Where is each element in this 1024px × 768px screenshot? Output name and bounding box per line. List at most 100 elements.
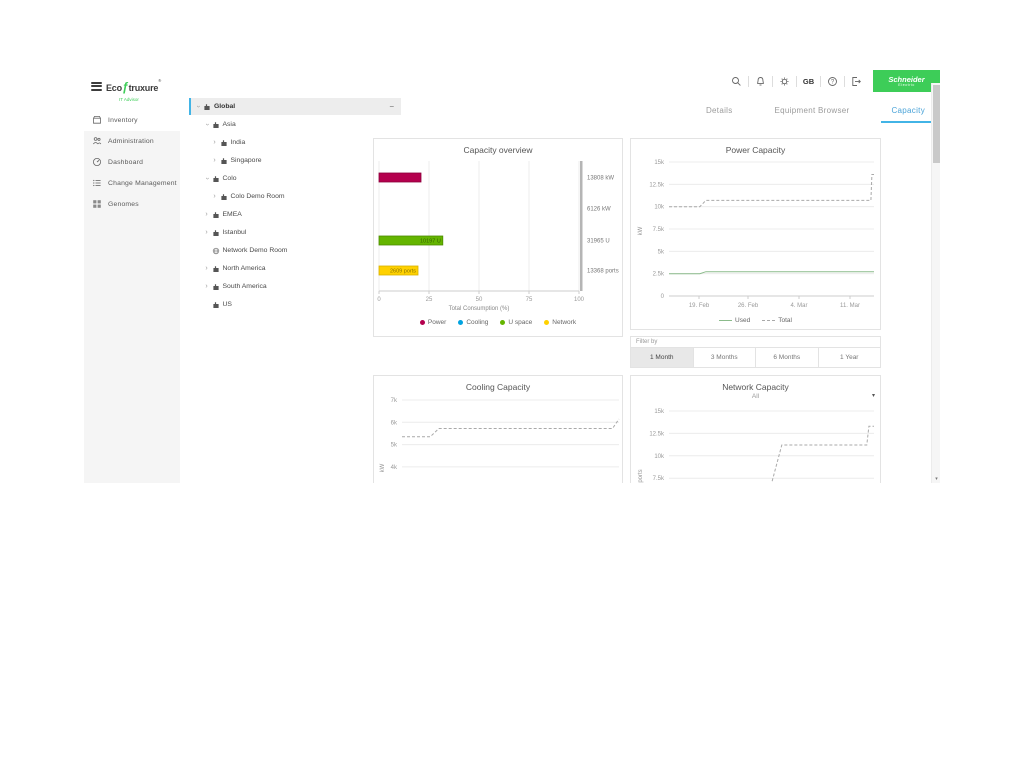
locale-label: GB	[803, 77, 814, 86]
sidebar-item-administration[interactable]: Administration	[84, 131, 180, 152]
tree-item-colo-demo-room[interactable]: ›Colo Demo Room	[192, 188, 397, 205]
tab-details[interactable]: Details	[696, 100, 743, 123]
capacity-overview-card: Capacity overview 025507510013808 kW6126…	[373, 138, 623, 337]
genomes-icon	[92, 196, 102, 214]
tree-item-label: Network Demo Room	[223, 247, 288, 254]
tree-item-south-america[interactable]: ›South America	[192, 278, 397, 295]
locale-selector[interactable]: GB	[797, 70, 820, 92]
search-icon[interactable]	[725, 70, 748, 92]
sidebar-item-genomes[interactable]: Genomes	[84, 194, 180, 215]
tree-item-emea[interactable]: ›EMEA	[192, 206, 397, 223]
vertical-scrollbar[interactable]: ▾	[931, 83, 940, 483]
svg-text:13368 ports: 13368 ports	[587, 269, 619, 275]
filter-button-1-year[interactable]: 1 Year	[818, 348, 881, 367]
tab-equipment-browser[interactable]: Equipment Browser	[765, 100, 860, 123]
chevron-down-icon[interactable]: ›	[195, 103, 202, 111]
chevron-right-icon[interactable]: ›	[211, 193, 219, 200]
brand-logo: Ecoƒtruxure® IT Advisor	[84, 70, 180, 110]
tree-item-label: Colo	[223, 175, 237, 182]
network-scope-dropdown[interactable]: All	[631, 393, 880, 400]
tree-item-label: Singapore	[231, 157, 262, 164]
svg-text:4k: 4k	[391, 465, 398, 471]
filter-button-3-months[interactable]: 3 Months	[693, 348, 756, 367]
svg-text:Total Consumption (%): Total Consumption (%)	[449, 306, 510, 312]
svg-text:2609 ports: 2609 ports	[390, 269, 416, 275]
filter-button-1-month[interactable]: 1 Month	[631, 348, 693, 367]
tree-item-us[interactable]: US	[192, 296, 397, 313]
tree-item-label: Istanbul	[223, 229, 247, 236]
legend-label: U space	[508, 319, 532, 326]
svg-text:10k: 10k	[654, 454, 665, 460]
svg-text:75: 75	[526, 297, 533, 303]
chevron-right-icon[interactable]: ›	[203, 265, 211, 272]
tree-item-label: US	[223, 301, 232, 308]
legend-item-used[interactable]: Used	[719, 317, 750, 324]
tree-item-colo[interactable]: › Colo	[192, 170, 397, 187]
chevron-down-icon[interactable]: ›	[203, 175, 210, 183]
svg-text:6126 kW: 6126 kW	[587, 207, 611, 213]
filter-label: Filter by	[631, 337, 880, 347]
network-capacity-card: Network Capacity All ▾ 7.5k10k12.5k15kpo…	[630, 375, 881, 483]
location-icon	[211, 301, 221, 309]
legend-item-cooling[interactable]: Cooling	[458, 319, 488, 326]
legend-item-power[interactable]: Power	[420, 319, 446, 326]
svg-text:12.5k: 12.5k	[649, 431, 665, 437]
location-icon	[219, 139, 229, 147]
tree-item-asia[interactable]: ›Asia	[192, 116, 397, 133]
legend-item-total[interactable]: Total	[762, 317, 792, 324]
svg-text:25: 25	[426, 297, 433, 303]
sidebar-item-label: Inventory	[108, 117, 138, 124]
power-capacity-chart: 02.5k5k7.5k10k12.5k15k19. Feb26. Feb4. M…	[631, 139, 882, 315]
svg-text:15k: 15k	[654, 409, 665, 415]
svg-text:0: 0	[661, 294, 665, 300]
chevron-right-icon[interactable]: ›	[211, 157, 219, 164]
svg-text:11. Mar: 11. Mar	[840, 303, 860, 309]
tree-item-india[interactable]: › India	[192, 134, 397, 151]
tree-item-network-demo-room[interactable]: Network Demo Room	[192, 242, 397, 259]
tree-item-label: India	[231, 139, 246, 146]
logout-icon[interactable]	[845, 70, 868, 92]
tree-item-global[interactable]: ›Global−	[189, 98, 401, 115]
location-icon	[211, 283, 221, 291]
scrollbar-thumb[interactable]	[933, 85, 940, 163]
alarm-bell-icon[interactable]	[749, 70, 772, 92]
logo-text: Eco	[106, 83, 122, 93]
logo-subtitle: IT Advisor	[119, 97, 161, 102]
sidebar-item-change-management[interactable]: Change Management	[84, 173, 180, 194]
tree-item-singapore[interactable]: › Singapore	[192, 152, 397, 169]
tree-item-istanbul[interactable]: › Istanbul	[192, 224, 397, 241]
chart-legend: Power Cooling U space Network	[374, 319, 622, 326]
filter-button-6-months[interactable]: 6 Months	[755, 348, 818, 367]
sidebar-item-inventory[interactable]: Inventory	[84, 110, 180, 131]
chevron-right-icon[interactable]: ›	[211, 139, 219, 146]
chevron-right-icon[interactable]: ›	[203, 283, 211, 290]
svg-text:19. Feb: 19. Feb	[689, 303, 710, 309]
time-filter: Filter by 1 Month3 Months6 Months1 Year	[630, 336, 881, 368]
legend-dot-icon	[500, 320, 505, 325]
cooling-capacity-card: Cooling Capacity 4k5k6k7kkW	[373, 375, 623, 483]
legend-item-network[interactable]: Network	[544, 319, 576, 326]
settings-gear-icon[interactable]	[773, 70, 796, 92]
hamburger-menu-icon[interactable]	[91, 82, 102, 91]
chevron-right-icon[interactable]: ›	[203, 211, 211, 218]
sidebar-item-dashboard[interactable]: Dashboard	[84, 152, 180, 173]
svg-text:7.5k: 7.5k	[653, 476, 665, 482]
svg-text:ports: ports	[638, 469, 644, 482]
capacity-overview-chart: 025507510013808 kW6126 kW10197 U31965 U2…	[374, 139, 624, 315]
legend-item-u-space[interactable]: U space	[500, 319, 532, 326]
globe-icon	[211, 247, 221, 255]
help-icon[interactable]: ?	[821, 70, 844, 92]
dropdown-arrow-icon[interactable]: ▾	[872, 392, 875, 399]
svg-text:100: 100	[574, 297, 585, 303]
svg-text:7k: 7k	[391, 398, 398, 404]
dashboard-icon	[92, 154, 102, 172]
tab-capacity[interactable]: Capacity	[881, 100, 935, 123]
tree-item-north-america[interactable]: ›North America	[192, 260, 397, 277]
location-icon	[211, 211, 221, 219]
svg-text:6k: 6k	[391, 420, 398, 426]
chevron-down-icon[interactable]: ›	[203, 121, 210, 129]
scrollbar-down-arrow-icon[interactable]: ▾	[932, 476, 940, 482]
chevron-right-icon[interactable]: ›	[203, 229, 211, 236]
collapse-minus-button[interactable]: −	[389, 102, 394, 111]
svg-text:50: 50	[476, 297, 483, 303]
